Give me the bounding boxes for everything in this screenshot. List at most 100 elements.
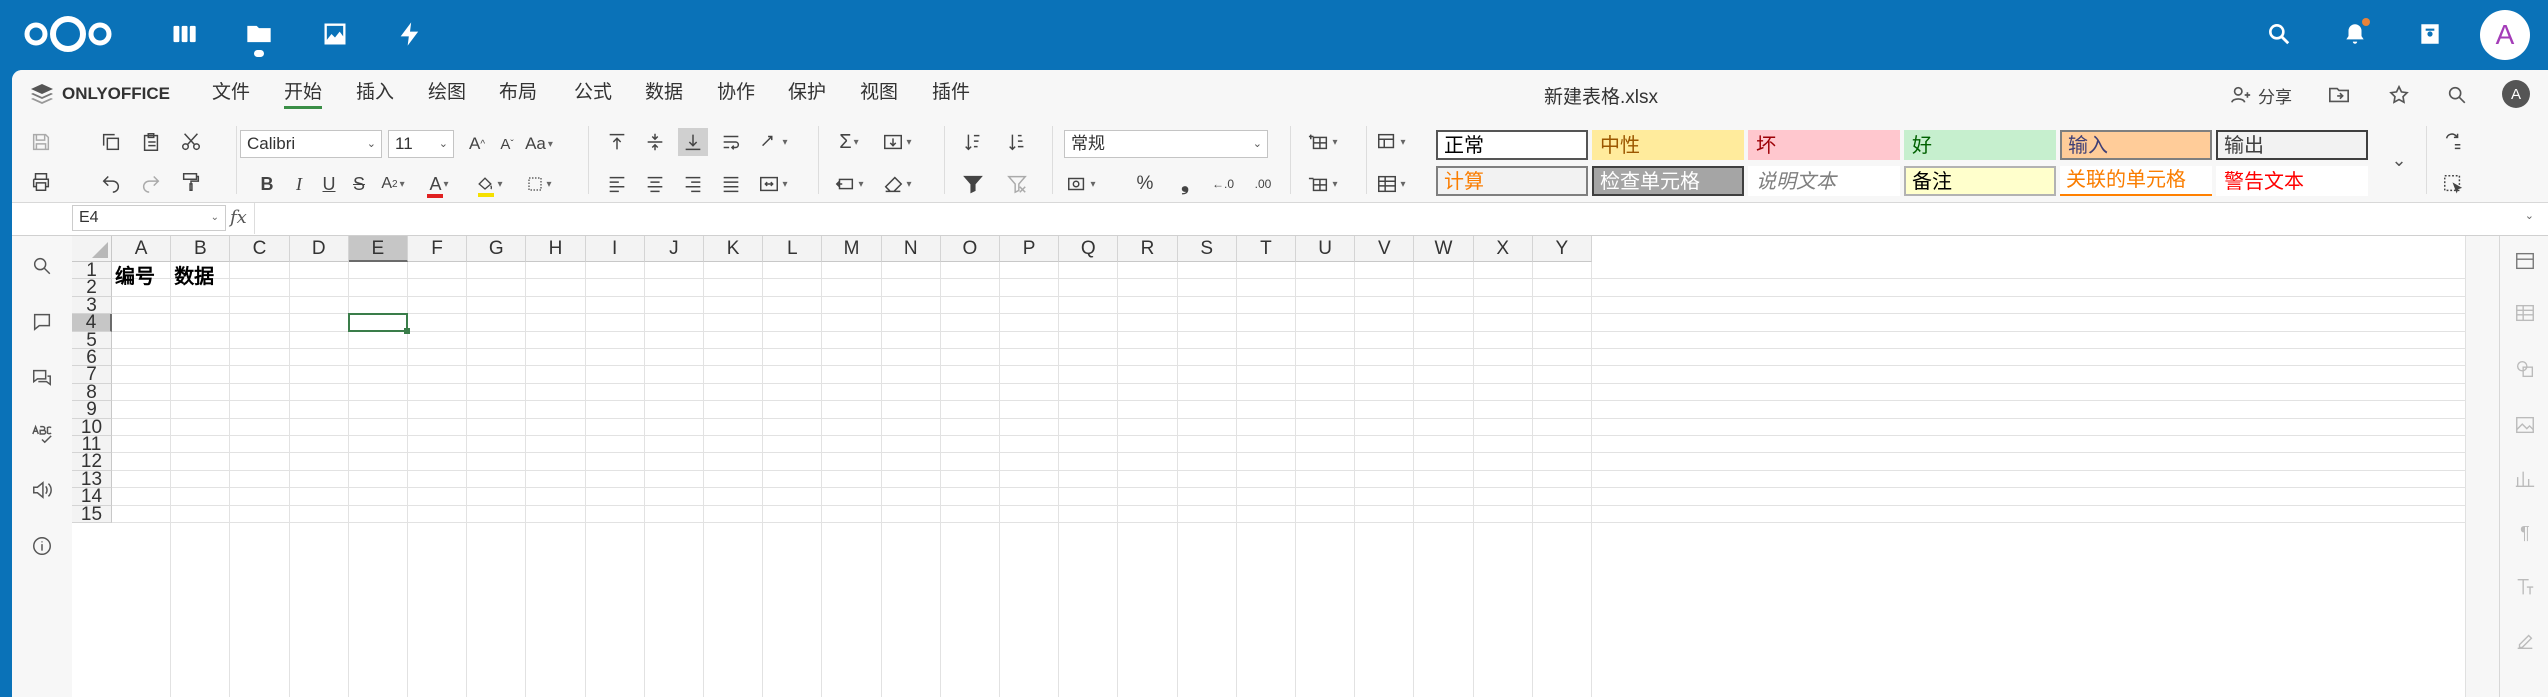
align-bottom-button[interactable]: [678, 128, 708, 156]
share-button[interactable]: 分享: [2230, 82, 2292, 108]
shape-settings-icon[interactable]: [2512, 356, 2538, 382]
clear-button[interactable]: ▾: [882, 170, 912, 198]
about-icon[interactable]: [28, 532, 56, 560]
search-icon[interactable]: [2259, 16, 2299, 52]
vertical-scrollbar[interactable]: [2465, 236, 2480, 697]
insert-cells-button[interactable]: ▾: [1308, 128, 1338, 156]
format-as-table-button[interactable]: ▾: [1376, 170, 1406, 198]
number-format-select[interactable]: 常规 ⌄: [1064, 130, 1268, 158]
accounting-format-button[interactable]: ▾: [1066, 170, 1096, 198]
text-art-settings-icon[interactable]: [2512, 574, 2538, 600]
cell-style-warning[interactable]: 警告文本: [2216, 166, 2368, 196]
paragraph-settings-icon[interactable]: ¶: [2512, 520, 2538, 546]
comma-style-button[interactable]: ❟: [1170, 170, 1200, 198]
named-ranges-button[interactable]: ▾: [882, 128, 912, 156]
orientation-button[interactable]: ▾: [758, 128, 788, 156]
column-header-M[interactable]: M: [822, 236, 882, 262]
cell-style-explanatory[interactable]: 说明文本: [1748, 166, 1900, 196]
column-header-H[interactable]: H: [526, 236, 586, 262]
cell-A1[interactable]: 编号: [115, 260, 155, 289]
tab-view[interactable]: 视图: [860, 80, 898, 106]
copy-button[interactable]: [96, 128, 126, 156]
align-right-button[interactable]: [678, 170, 708, 198]
formula-input[interactable]: [254, 203, 2525, 234]
favorite-button[interactable]: [2388, 82, 2410, 108]
cell-style-linked-cell[interactable]: 关联的单元格: [2060, 166, 2212, 196]
align-middle-button[interactable]: [640, 128, 670, 156]
percent-format-button[interactable]: %: [1130, 170, 1160, 198]
column-header-I[interactable]: I: [585, 236, 645, 262]
tab-plugins[interactable]: 插件: [932, 80, 970, 106]
column-header-O[interactable]: O: [940, 236, 1000, 262]
column-header-R[interactable]: R: [1118, 236, 1178, 262]
filter-button[interactable]: [958, 170, 988, 198]
cell-style-calculation[interactable]: 计算: [1436, 166, 1588, 196]
insert-function-fx-icon[interactable]: fx: [230, 207, 247, 228]
spreadsheet-grid[interactable]: A B C D E F G H I J K L M N O P Q R S T U V W X Y 1 2 3 4 5 6 7 8 9 10 11 12…: [72, 236, 2480, 697]
undo-button[interactable]: [96, 168, 126, 196]
column-header-G[interactable]: G: [467, 236, 527, 262]
format-painter-button[interactable]: [176, 168, 206, 196]
tab-protection[interactable]: 保护: [788, 80, 826, 106]
column-header-E[interactable]: E: [348, 236, 408, 262]
column-header-V[interactable]: V: [1355, 236, 1415, 262]
align-center-button[interactable]: [640, 170, 670, 198]
cell-style-neutral[interactable]: 中性: [1592, 130, 1744, 160]
tab-draw[interactable]: 绘图: [428, 80, 466, 106]
search-icon[interactable]: [28, 252, 56, 280]
editor-search-button[interactable]: [2446, 82, 2468, 108]
subscript-button[interactable]: A 2 ▾: [378, 170, 408, 198]
column-header-S[interactable]: S: [1177, 236, 1237, 262]
increase-font-button[interactable]: A ^: [462, 130, 492, 158]
align-left-button[interactable]: [602, 170, 632, 198]
cell-style-more-button[interactable]: ⌄: [2384, 146, 2414, 174]
comments-icon[interactable]: [28, 308, 56, 336]
decrease-decimal-button[interactable]: ←.0: [1208, 170, 1238, 198]
cell-settings-icon[interactable]: [2512, 248, 2538, 274]
merge-cells-button[interactable]: ▾: [758, 170, 788, 198]
cell-B1[interactable]: 数据: [174, 260, 214, 289]
strikethrough-button[interactable]: S: [344, 170, 374, 198]
select-all-corner[interactable]: [72, 236, 112, 262]
tab-formula[interactable]: 公式: [574, 80, 612, 106]
column-header-T[interactable]: T: [1236, 236, 1296, 262]
cell-style-note[interactable]: 备注: [1904, 166, 2056, 196]
sort-ascending-button[interactable]: [958, 128, 988, 156]
editor-user-avatar[interactable]: A: [2502, 80, 2530, 108]
tab-data[interactable]: 数据: [645, 80, 683, 106]
tab-home[interactable]: 开始: [284, 80, 323, 109]
chart-settings-icon[interactable]: [2512, 466, 2538, 492]
conditional-formatting-button[interactable]: ▾: [1376, 128, 1406, 156]
change-case-button[interactable]: Aa ▾: [524, 130, 554, 158]
column-header-W[interactable]: W: [1414, 236, 1474, 262]
column-header-A[interactable]: A: [112, 236, 172, 262]
column-header-N[interactable]: N: [881, 236, 941, 262]
tab-layout[interactable]: 布局: [499, 80, 537, 106]
cell-style-normal[interactable]: 正常: [1436, 130, 1588, 160]
column-header-J[interactable]: J: [644, 236, 704, 262]
files-icon[interactable]: [241, 16, 277, 52]
expand-formula-icon[interactable]: ⌄: [2525, 209, 2534, 222]
column-header-C[interactable]: C: [230, 236, 290, 262]
tab-file[interactable]: 文件: [212, 80, 250, 106]
signature-settings-icon[interactable]: [2512, 628, 2538, 654]
row-header-15[interactable]: 15: [72, 504, 112, 524]
row-header-9[interactable]: 9: [72, 400, 112, 419]
justify-button[interactable]: [716, 170, 746, 198]
table-settings-icon[interactable]: [2512, 300, 2538, 326]
font-color-button[interactable]: A ▾: [424, 170, 454, 198]
font-name-select[interactable]: Calibri ⌄: [240, 130, 382, 158]
insert-function-button[interactable]: ▾: [834, 170, 864, 198]
cell-style-input[interactable]: 输入: [2060, 130, 2212, 160]
sort-descending-button[interactable]: [1002, 128, 1032, 156]
cut-button[interactable]: [176, 128, 206, 156]
cell-style-output[interactable]: 输出: [2216, 130, 2368, 160]
save-button[interactable]: [26, 128, 56, 156]
column-header-Y[interactable]: Y: [1532, 236, 1592, 262]
photos-icon[interactable]: [317, 16, 353, 52]
tab-insert[interactable]: 插入: [356, 80, 394, 106]
column-header-F[interactable]: F: [408, 236, 468, 262]
cell-style-check-cell[interactable]: 检查单元格: [1592, 166, 1744, 196]
column-header-K[interactable]: K: [704, 236, 764, 262]
column-header-L[interactable]: L: [763, 236, 823, 262]
